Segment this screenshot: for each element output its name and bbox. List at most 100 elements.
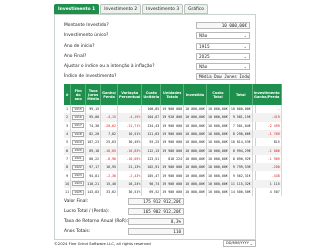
table-cell: 10 000,00€: [183, 138, 207, 147]
table-cell: 110,21: [85, 179, 102, 188]
chevron-down-icon: ⌄: [249, 241, 253, 246]
table-cell[interactable]: 1915: [70, 105, 87, 114]
table-cell[interactable]: 1917: [70, 121, 87, 130]
table-row: 7 1921 80,22 -8,96 -10,05% 123,51 818 224 10 00…: [64, 154, 282, 164]
index-input[interactable]: Média Dow Jones Industrial: [196, 73, 250, 80]
table-cell: -4,15: [100, 113, 119, 122]
table-cell: -: [117, 105, 143, 114]
table-cell: -20,62: [100, 121, 119, 130]
table-cell: -: [100, 105, 119, 114]
table-cell: 1 115: [252, 179, 282, 188]
initial-amount-row: Montante Investido? 10 000,00€: [64, 22, 250, 29]
table-cell: 95,00: [85, 113, 102, 122]
table-cell[interactable]: 1920: [70, 146, 87, 155]
table-cell: -2,43%: [117, 171, 143, 180]
tab-bar: Investimento 1 Investimento 2 Investimen…: [54, 4, 208, 14]
table-cell: -438: [252, 171, 282, 180]
single-investment-select[interactable]: Não ⌄: [196, 32, 250, 39]
table-row: 5 1919 107,23 25,03 30,45% 93,25 19 900 000 10 …: [64, 138, 282, 147]
table-cell: -200: [252, 163, 282, 172]
year-select[interactable]: 1924: [72, 181, 85, 187]
tab-investimento-1[interactable]: Investimento 1: [54, 4, 100, 14]
year-select[interactable]: 1917: [72, 123, 85, 129]
table-cell: 16,24%: [117, 179, 143, 188]
year-select[interactable]: 1918: [72, 131, 85, 137]
table-cell: 80,22: [85, 154, 102, 164]
table-cell: -18,05: [100, 146, 119, 155]
table-row: 3 1917 74,38 -20,62 -21,71% 134,43 19 900 000 1…: [64, 121, 282, 130]
table-cell: 19 900 000: [160, 163, 185, 172]
table-cell: 14 506,50€: [229, 187, 253, 197]
year-select[interactable]: 1919: [72, 139, 85, 145]
col-header-total-units: Unidades Totais: [160, 84, 185, 105]
table-cell: 16,95: [100, 163, 119, 172]
table-cell: 100,85: [141, 105, 162, 114]
table-cell[interactable]: 1921: [70, 154, 87, 164]
table-row: 10 1924 110,21 15,40 16,24% 90,74 19 900 000 10…: [64, 179, 282, 188]
initial-amount-input[interactable]: 10 000,00€: [196, 22, 250, 29]
table-cell: 19 900 000: [160, 121, 185, 130]
end-year-value: 2025: [199, 54, 210, 59]
table-cell: 21,13%: [117, 163, 143, 172]
table-cell: 19 900 000: [160, 129, 185, 139]
table-cell: 815: [252, 138, 282, 147]
start-year-select[interactable]: 1915 ⌄: [196, 43, 250, 50]
col-header-total: Total: [229, 84, 253, 105]
tab-investimento-3[interactable]: Investimento 3: [142, 4, 184, 14]
year-select[interactable]: 1925: [72, 189, 85, 195]
table-cell: 8 994,29€: [229, 146, 253, 155]
table-cell: 143,83: [85, 187, 102, 197]
tab-investimento-2[interactable]: Investimento 2: [100, 4, 142, 14]
net-profit-row: Lucro Total / (Perda): 165 902 912,20€: [64, 208, 250, 215]
results-table: # Fim do ano Taxa Juros Média Ganho/ Per…: [64, 84, 282, 197]
table-cell: -2,36: [100, 171, 119, 180]
table-row: 9 1923 94,81 -2,36 -2,43% 105,47 19 900 000 10 …: [64, 171, 282, 180]
col-header-gain-loss: Ganho/ Perda: [100, 84, 119, 105]
table-cell[interactable]: 1918: [70, 129, 87, 139]
year-select[interactable]: 1916: [72, 114, 85, 120]
table-cell[interactable]: 1916: [70, 113, 87, 122]
year-select[interactable]: 1921: [72, 156, 85, 162]
table-cell: -1 709: [252, 129, 282, 139]
table-cell: 10 000,00€: [229, 105, 253, 114]
table-cell: -4,19%: [117, 113, 143, 122]
final-value-row: Valor Final: 175 912 912,20€: [64, 198, 250, 205]
table-cell: 818 224: [160, 154, 185, 164]
chevron-down-icon: ⌄: [243, 64, 247, 69]
end-year-select[interactable]: 2025 ⌄: [196, 53, 250, 60]
table-cell: -1 909: [252, 154, 282, 164]
table-cell: 19 900 000: [160, 187, 185, 197]
final-value-field: 175 912 912,20€: [128, 198, 184, 205]
table-cell[interactable]: 1922: [70, 163, 87, 172]
table-cell: 10 000,00€: [206, 163, 230, 172]
date-format-value: DD/MM/YYYY: [226, 241, 249, 245]
inflation-value: Não: [199, 64, 208, 69]
table-cell[interactable]: 1923: [70, 171, 87, 180]
date-format-select[interactable]: DD/MM/YYYY ⌄: [223, 240, 256, 247]
table-cell: 30,51%: [117, 187, 143, 197]
table-cell: 10 000,00€: [183, 179, 207, 188]
table-cell[interactable]: 1925: [70, 187, 87, 197]
year-select[interactable]: 1920: [72, 148, 85, 154]
year-select[interactable]: 1923: [72, 173, 85, 179]
year-select[interactable]: 1922: [72, 164, 85, 170]
table-cell[interactable]: 1924: [70, 179, 87, 188]
table-cell: 19 900 000: [160, 171, 185, 180]
table-cell: 6: [64, 146, 72, 155]
table-cell: 33,62: [100, 187, 119, 197]
chevron-down-icon: ⌄: [243, 44, 247, 49]
table-cell: 10 000,00€: [183, 113, 207, 122]
table-cell[interactable]: 1919: [70, 138, 87, 147]
table-cell: -1 006: [252, 146, 282, 155]
table-header-row: # Fim do ano Taxa Juros Média Ganho/ Per…: [64, 84, 282, 105]
table-cell: 10 000,00€: [183, 187, 207, 197]
col-header-index: #: [64, 84, 72, 105]
table-cell: 9 799,53€: [229, 163, 253, 172]
year-select[interactable]: 1915: [72, 106, 85, 112]
table-row: 4 1918 82,20 7,82 10,51% 121,63 19 900 000 10 0…: [64, 129, 282, 139]
table-cell: 104,07: [141, 113, 162, 122]
tab-grafico[interactable]: Gráfico: [184, 4, 208, 14]
table-cell: 19 920 000: [160, 113, 185, 122]
table-cell: 19 900 000: [160, 179, 185, 188]
inflation-select[interactable]: Não ⌄: [196, 63, 250, 70]
